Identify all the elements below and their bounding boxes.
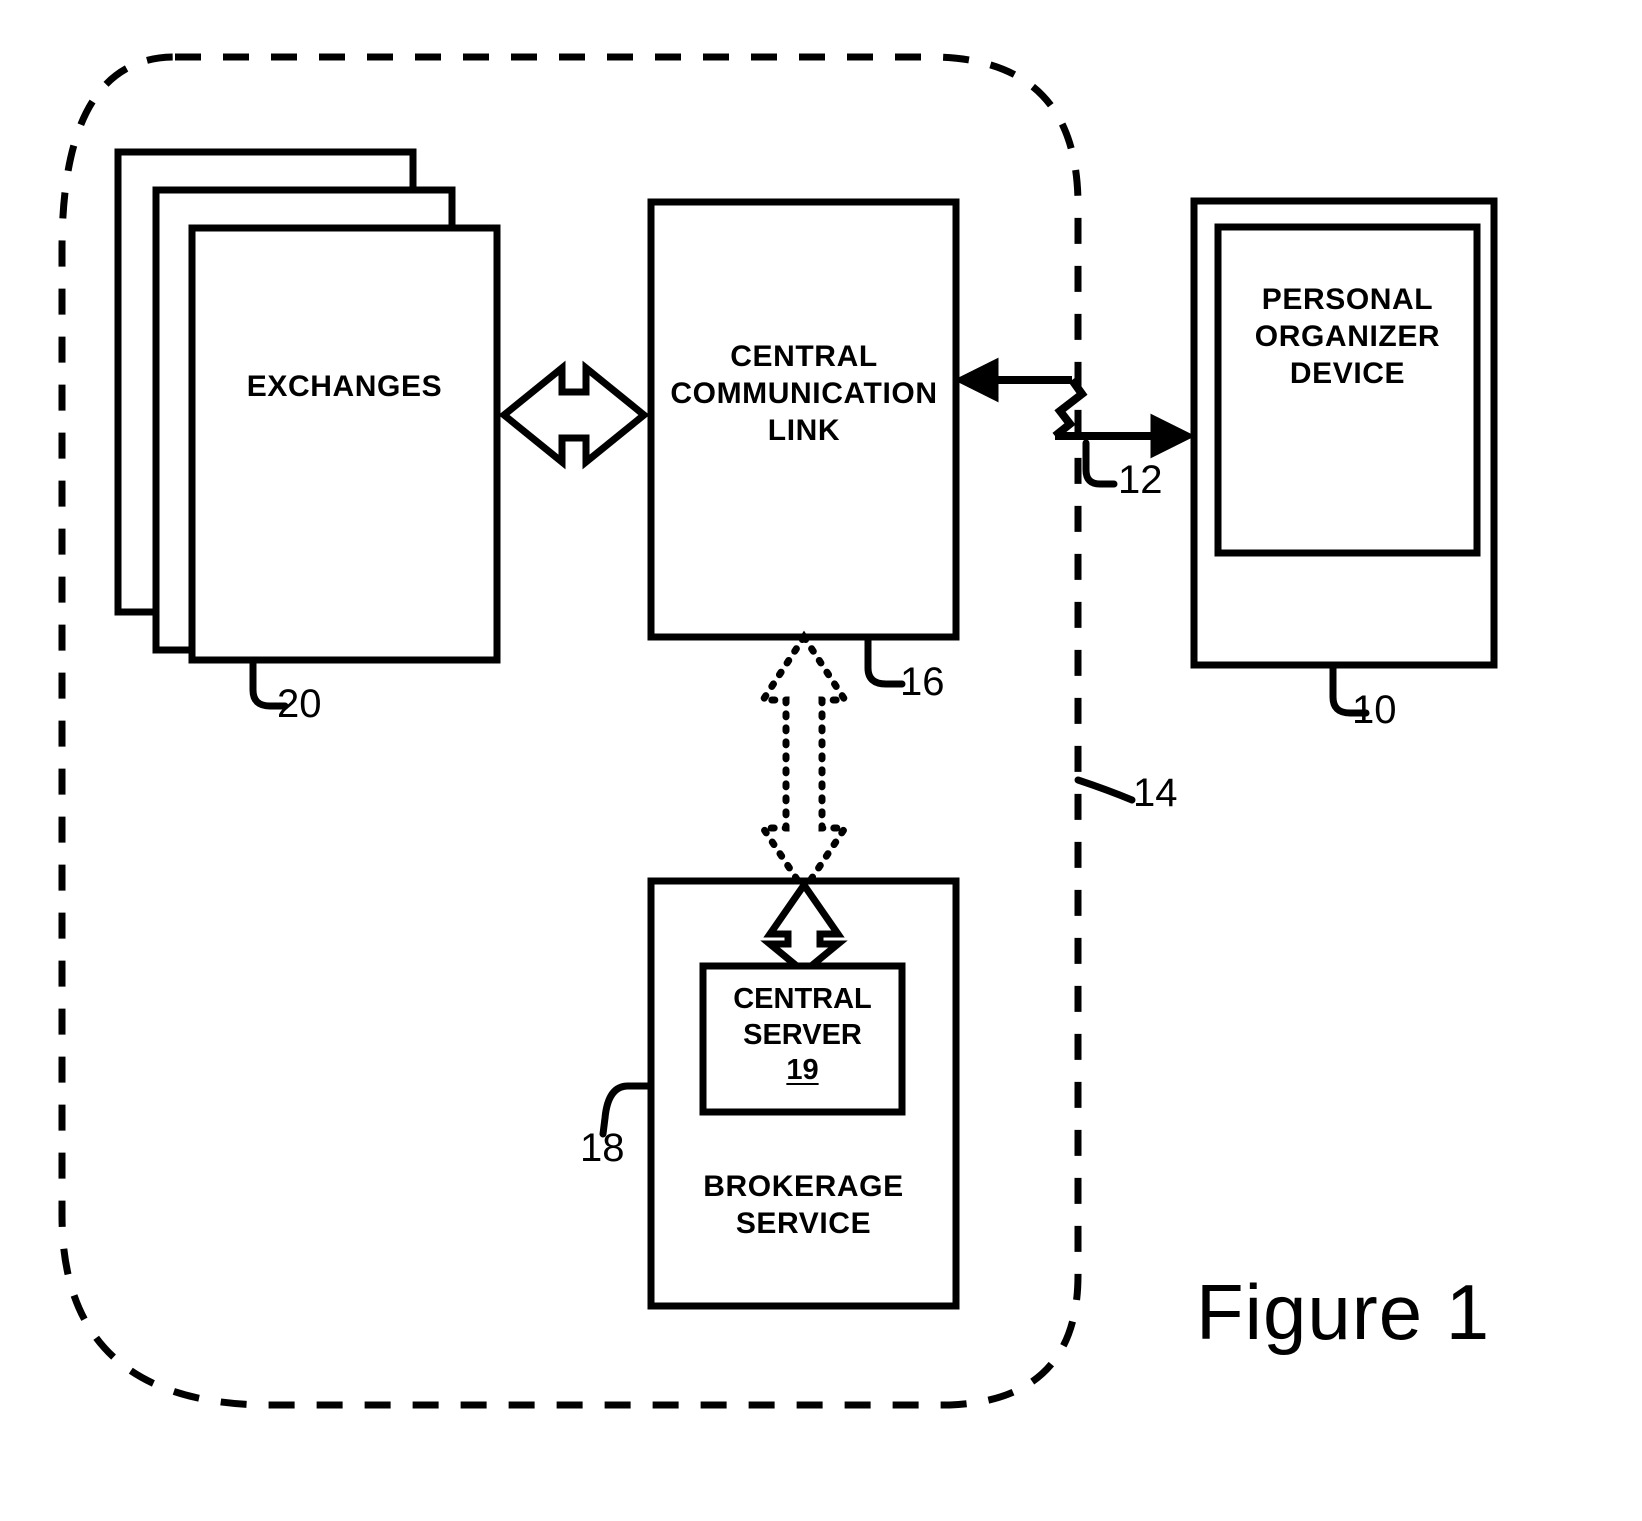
brokerage-service-label: BROKERAGE SERVICE: [703, 1170, 904, 1240]
exchanges-box-front: [188, 224, 501, 664]
central-link-ref-leader: [864, 634, 906, 688]
exchanges-label: EXCHANGES: [246, 370, 443, 403]
exchanges-link-bidirectional-arrow: [498, 360, 650, 470]
boundary-ref-number: 14: [1133, 771, 1178, 815]
central-server-label: CENTRAL SERVER: [733, 983, 872, 1051]
brokerage-ref-number: 18: [580, 1126, 625, 1170]
exchanges-ref-number: 20: [277, 682, 322, 726]
personal-organizer-label: PERSONAL ORGANIZER DEVICE: [1254, 283, 1441, 390]
dotted-bidirectional-arrow: [756, 630, 852, 897]
wireless-link-ref-number: 12: [1118, 458, 1163, 502]
figure-caption: Figure 1: [1196, 1268, 1491, 1356]
patent-figure-1: EXCHANGES CENTRAL COMMUNICATION LINK PER…: [0, 0, 1642, 1521]
boundary-ref-leader: [1074, 776, 1136, 804]
central-server-ref: 19: [786, 1054, 819, 1086]
central-link-ref-number: 16: [900, 660, 945, 704]
wireless-arrow-to-device-head: [1150, 413, 1196, 459]
wireless-ref-leader: [1082, 439, 1118, 488]
central-link-label: CENTRAL COMMUNICATION LINK: [670, 340, 938, 447]
personal-organizer-ref-number: 10: [1352, 688, 1397, 732]
